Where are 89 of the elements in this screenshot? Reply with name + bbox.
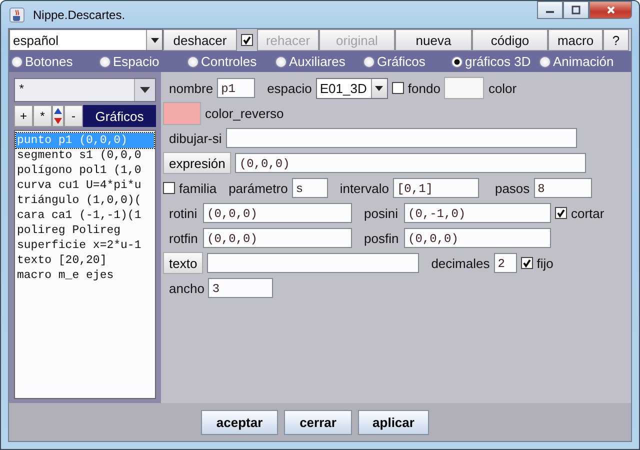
field-label: posfin <box>364 230 400 246</box>
list-item[interactable]: texto [20,20] <box>16 253 154 268</box>
radio-label: Controles <box>201 54 257 69</box>
text-button[interactable]: texto <box>163 252 204 274</box>
rotation-field[interactable]: (0,0,0) <box>203 203 352 223</box>
list-item[interactable]: polireg Polireg <box>16 223 154 238</box>
radio-button[interactable] <box>99 56 111 68</box>
parameter-field[interactable]: s <box>292 178 328 198</box>
list-item[interactable]: triángulo (1,0,0)( <box>16 193 154 208</box>
checkbox-label: cortar <box>571 206 604 220</box>
steps-field[interactable]: 8 <box>534 178 592 198</box>
maximize-icon <box>571 5 581 15</box>
maximize-button[interactable] <box>563 1 589 19</box>
radio-button[interactable] <box>187 56 199 68</box>
dialog-button[interactable]: cerrar <box>284 410 352 434</box>
list-item[interactable]: cara ca1 (-1,-1)(1 <box>16 208 154 223</box>
language-dropdown[interactable]: español <box>9 29 163 51</box>
dialog-button[interactable]: aceptar <box>201 410 278 434</box>
toolbar-button[interactable]: código <box>472 29 548 51</box>
radio-button[interactable] <box>451 56 463 68</box>
dropdown-arrow-icon <box>375 86 384 90</box>
checkbox-label: familia <box>179 180 217 196</box>
checkbox-label: fijo <box>536 256 554 270</box>
field-label: rotfin <box>169 230 199 246</box>
radio-button[interactable] <box>363 56 375 68</box>
dropdown-arrow-icon <box>140 87 150 93</box>
checkbox[interactable] <box>555 207 567 219</box>
field-label: dibujar-si <box>169 130 222 146</box>
radio-button[interactable] <box>275 56 287 68</box>
dialog-button[interactable]: aplicar <box>358 410 429 434</box>
duplicate-button[interactable]: * <box>33 105 52 127</box>
list-item[interactable]: curva cu1 U=4*pi*u <box>16 178 154 193</box>
field-label: ancho <box>169 280 204 296</box>
list-item[interactable]: polígono pol1 (1,0 <box>16 163 154 178</box>
dropdown-arrow-icon <box>150 38 158 42</box>
add-button[interactable]: + <box>14 105 33 127</box>
toolbar-button[interactable]: deshacer <box>163 29 237 51</box>
color-swatch[interactable] <box>444 77 484 99</box>
radio-label: Botones <box>25 54 73 69</box>
expression-button[interactable]: expresión <box>163 152 232 174</box>
checkbox[interactable] <box>241 34 253 46</box>
field-label: espacio <box>267 80 312 96</box>
interval-field[interactable]: [0,1] <box>392 178 479 198</box>
field-label: color_reverso <box>205 106 284 120</box>
position-field[interactable]: (0,-1,0) <box>404 203 551 223</box>
close-button[interactable] <box>589 1 632 19</box>
list-item[interactable]: superficie x=2*u-1 <box>16 238 154 253</box>
move-up-down-button[interactable] <box>52 105 64 127</box>
checkbox[interactable] <box>520 257 533 269</box>
radio-button[interactable] <box>539 56 551 68</box>
name-field[interactable]: p1 <box>217 78 256 98</box>
position-field[interactable]: (0,0,0) <box>404 228 551 248</box>
condition-field[interactable] <box>226 128 577 148</box>
radio-label: Animación <box>553 54 614 69</box>
minimize-button[interactable] <box>537 1 563 19</box>
field-label: pasos <box>494 180 530 196</box>
radio-label: Auxiliares <box>289 54 346 69</box>
field-label: color <box>488 80 517 96</box>
radio-button[interactable] <box>11 56 23 68</box>
radio-label: Gráficos <box>377 54 426 69</box>
remove-button[interactable]: - <box>64 105 83 127</box>
checkbox[interactable] <box>392 82 404 94</box>
decimals-field[interactable]: 2 <box>494 253 517 273</box>
toolbar-button[interactable]: nueva <box>395 29 472 51</box>
field-label: parámetro <box>228 180 288 196</box>
radio-label: gráficos 3D <box>465 54 531 69</box>
list-item[interactable]: segmento s1 (0,0,0 <box>16 148 154 163</box>
filter-dropdown[interactable]: * <box>14 78 156 102</box>
expression-field[interactable]: (0,0,0) <box>235 153 586 173</box>
window-title: Nippe.Descartes. <box>33 8 126 22</box>
field-label: rotini <box>169 206 198 220</box>
width-field[interactable]: 3 <box>208 278 274 298</box>
field-label: decimales <box>431 256 490 270</box>
list-item[interactable]: macro m_e ejes <box>16 268 154 283</box>
toolbar-button[interactable]: macro <box>548 29 603 51</box>
radio-label: Espacio <box>113 54 160 69</box>
checkbox[interactable] <box>163 182 175 194</box>
java-cup-icon <box>9 6 25 22</box>
color-swatch[interactable] <box>163 102 201 124</box>
rotation-field[interactable]: (0,0,0) <box>203 228 352 248</box>
field-label: nombre <box>169 80 214 96</box>
field-label: posini <box>364 206 399 220</box>
text-field[interactable] <box>207 253 420 273</box>
checkbox-label: fondo <box>408 80 440 96</box>
field-label: intervalo <box>340 180 389 196</box>
space-dropdown[interactable]: E01_3D <box>316 78 388 98</box>
close-icon <box>606 5 616 15</box>
section-heading: Gráficos <box>83 105 156 127</box>
toolbar-button[interactable]: ? <box>603 29 629 51</box>
